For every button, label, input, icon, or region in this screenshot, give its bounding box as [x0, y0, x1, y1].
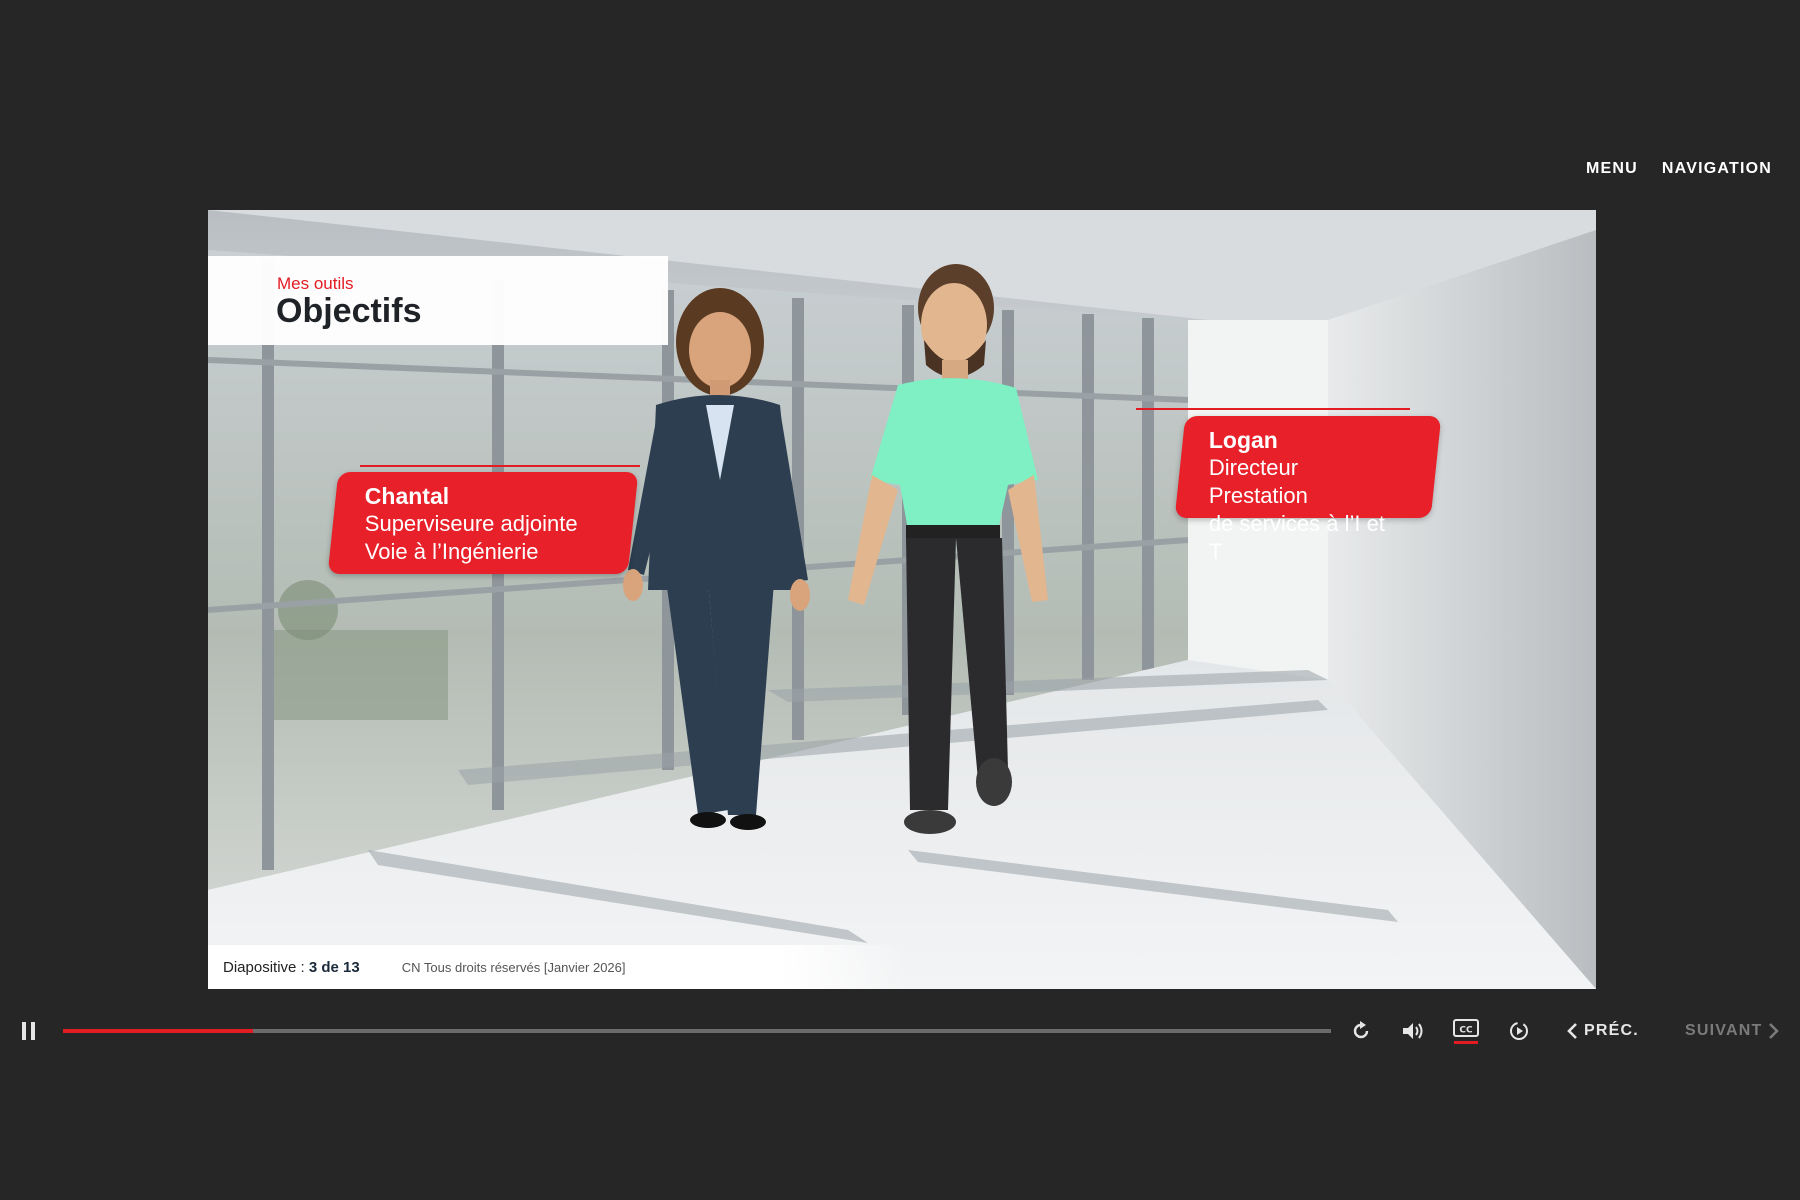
replay-button[interactable] — [1346, 1016, 1376, 1046]
chantal-tag-line — [360, 465, 640, 467]
svg-text:CC: CC — [1459, 1026, 1473, 1036]
chantal-name-tag: Chantal Superviseure adjointe Voie à l’I… — [327, 472, 639, 574]
next-label: SUIVANT — [1685, 1022, 1763, 1039]
slide-counter-value: 3 de 13 — [308, 958, 360, 976]
pause-icon — [22, 1022, 26, 1040]
previous-button[interactable]: PRÉC. — [1566, 1017, 1639, 1045]
logan-role-line2: de services à l’I et T — [1208, 511, 1385, 564]
logan-name: Logan — [1208, 427, 1278, 453]
progress-fill — [63, 1029, 254, 1033]
logan-name-tag: Logan Directeur Prestation de services à… — [1174, 416, 1442, 564]
slide-counter: Diapositive : 3 de 13 — [223, 959, 360, 976]
volume-button[interactable] — [1398, 1016, 1428, 1046]
slide-title-card: Mes outils Objectifs — [208, 256, 668, 345]
menu-button[interactable]: MENU — [1586, 160, 1638, 178]
logan-role-line1: Directeur Prestation — [1208, 455, 1308, 508]
logan-tag-line — [1136, 408, 1410, 410]
progress-bar[interactable] — [63, 1029, 1331, 1033]
volume-icon — [1403, 1023, 1423, 1039]
pause-button[interactable] — [22, 1022, 36, 1040]
player-controls: CC PRÉC. SUIVANT — [0, 1000, 1800, 1062]
chevron-right-icon — [1769, 1023, 1780, 1039]
slide-title: Objectifs — [276, 292, 422, 330]
playback-speed-icon — [1510, 1022, 1528, 1040]
slide-canvas: Mes outils Objectifs Chantal Superviseur… — [208, 210, 1596, 989]
slide-footer: Diapositive : 3 de 13 CN Tous droits rés… — [208, 945, 908, 989]
closed-captions-button[interactable]: CC — [1451, 1016, 1481, 1046]
closed-captions-icon: CC — [1453, 1019, 1479, 1044]
chantal-role-line1: Superviseure adjointe — [364, 511, 578, 536]
slide-counter-label: Diapositive : — [223, 958, 305, 976]
replay-icon — [1353, 1021, 1369, 1039]
copyright-notice: CN Tous droits réservés [Janvier 2026] — [401, 959, 626, 975]
next-button[interactable]: SUIVANT — [1685, 1017, 1780, 1045]
top-navigation: MENU NAVIGATION — [1586, 160, 1772, 178]
playback-speed-button[interactable] — [1504, 1016, 1534, 1046]
chantal-role-line2: Voie à l’Ingénierie — [364, 539, 539, 564]
previous-label: PRÉC. — [1584, 1022, 1639, 1039]
navigation-button[interactable]: NAVIGATION — [1662, 160, 1772, 178]
slide-kicker: Mes outils — [277, 274, 354, 293]
chevron-left-icon — [1567, 1023, 1577, 1039]
chantal-name: Chantal — [364, 483, 450, 509]
